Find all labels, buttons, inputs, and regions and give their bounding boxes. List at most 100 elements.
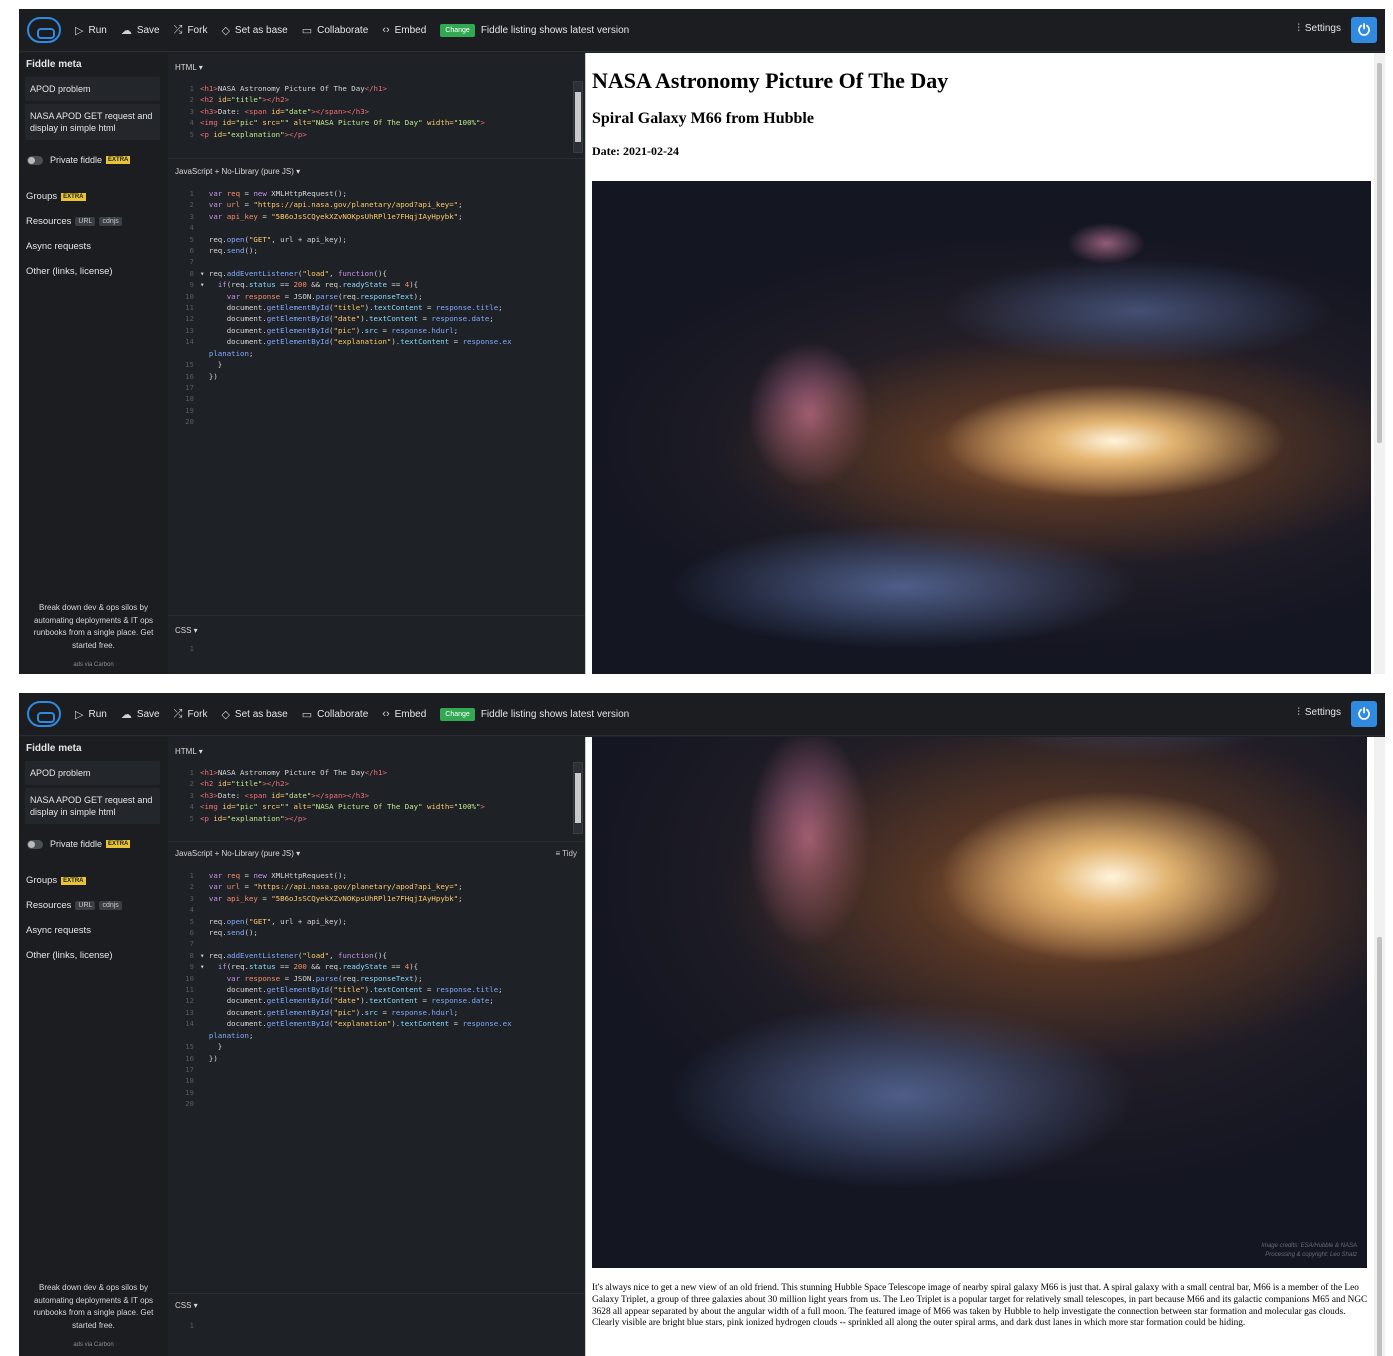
- cdnjs-tag[interactable]: cdnjs: [99, 901, 122, 910]
- jsfiddle-logo-icon[interactable]: [27, 701, 61, 727]
- private-fiddle-toggle[interactable]: Private fiddle EXTRA: [27, 839, 168, 849]
- url-tag[interactable]: URL: [75, 217, 96, 226]
- sidebar-item-other[interactable]: Other (links, license): [26, 950, 168, 961]
- power-icon[interactable]: ⏻: [1351, 17, 1377, 43]
- sidebar-title: Fiddle meta: [26, 59, 82, 70]
- chat-icon: ▭: [301, 708, 313, 721]
- extra-badge: EXTRA: [106, 156, 131, 164]
- sidebar-item-async[interactable]: Async requests: [26, 925, 168, 936]
- listing-status-text: Fiddle listing shows latest version: [480, 24, 630, 36]
- sliders-icon: ⫶: [1297, 23, 1300, 34]
- extra-badge: EXTRA: [61, 192, 86, 201]
- sidebar: Fiddle meta APOD problem NASA APOD GET r…: [19, 737, 168, 1356]
- carbon-ad-text[interactable]: Break down dev & ops silos by automating…: [25, 1282, 162, 1332]
- fork-icon: ⤮: [173, 23, 183, 36]
- js-code[interactable]: 1 var req = new XMLHttpRequest(); 2 var …: [174, 188, 511, 428]
- jsfiddle-logo-icon[interactable]: [27, 17, 61, 43]
- settings-button[interactable]: ⫶ Settings: [1297, 707, 1341, 718]
- result-title: Spiral Galaxy M66 from Hubble: [592, 110, 814, 127]
- html-scrollbar[interactable]: [573, 81, 583, 153]
- sidebar-item-groups[interactable]: Groups EXTRA: [26, 191, 168, 202]
- result-explanation: It's always nice to get a new view of an…: [592, 1283, 1368, 1329]
- sidebar-item-resources[interactable]: Resources URL cdnjs: [26, 900, 168, 911]
- sidebar-item-other[interactable]: Other (links, license): [26, 266, 168, 277]
- html-code[interactable]: 1 <h1>NASA Astronomy Picture Of The Day</…: [174, 767, 485, 824]
- sidebar-item-groups[interactable]: Groups EXTRA: [26, 875, 168, 886]
- ads-via-carbon[interactable]: ads via Carbon: [19, 1342, 168, 1348]
- set-as-base-button[interactable]: ◇ Set as base: [221, 24, 287, 37]
- css-code[interactable]: 1: [174, 643, 200, 654]
- sliders-icon: ⫶: [1297, 707, 1300, 718]
- save-button[interactable]: ☁ Save: [121, 24, 160, 37]
- change-button[interactable]: Change: [440, 707, 475, 721]
- result-pane: NASA Astronomy Picture Of The Day Spiral…: [585, 53, 1385, 674]
- private-fiddle-toggle[interactable]: Private fiddle EXTRA: [27, 155, 168, 165]
- fiddle-title-field[interactable]: APOD problem: [25, 77, 160, 101]
- sidebar-item-resources[interactable]: Resources URL cdnjs: [26, 216, 168, 227]
- change-button[interactable]: Change: [440, 23, 475, 37]
- collaborate-button[interactable]: ▭ Collaborate: [302, 708, 369, 721]
- code-icon: ‹›: [382, 708, 390, 720]
- play-icon: ▷: [75, 708, 84, 721]
- js-panel-label[interactable]: JavaScript + No-Library (pure JS) ▾: [175, 167, 300, 176]
- css-panel-label[interactable]: CSS ▾: [175, 626, 198, 635]
- cloud-upload-icon: ☁: [120, 708, 132, 721]
- fiddle-description-field[interactable]: NASA APOD GET request and display in sim…: [25, 788, 160, 824]
- play-icon: ▷: [75, 24, 84, 37]
- apod-image: Image credits: ESA/Hubble & NASA Processi…: [592, 737, 1367, 1268]
- collaborate-button[interactable]: ▭ Collaborate: [302, 24, 369, 37]
- sidebar: Fiddle meta APOD problem NASA APOD GET r…: [19, 53, 168, 674]
- listing-status-text: Fiddle listing shows latest version: [480, 708, 630, 720]
- result-scrollbar[interactable]: [1374, 737, 1385, 1356]
- editor-area: HTML ▾ 1 <h1>NASA Astronomy Picture Of Th…: [168, 737, 585, 1356]
- sidebar-title: Fiddle meta: [26, 743, 82, 754]
- editor-area: HTML ▾ 1 <h1>NASA Astronomy Picture Of Th…: [168, 53, 585, 674]
- html-panel-label[interactable]: HTML ▾: [175, 63, 203, 72]
- apod-image: [592, 181, 1371, 674]
- result-heading: NASA Astronomy Picture Of The Day: [592, 68, 949, 93]
- embed-button[interactable]: ‹› Embed: [382, 24, 426, 36]
- fork-button[interactable]: ⤮ Fork: [174, 708, 208, 721]
- run-button[interactable]: ▷ Run: [75, 24, 107, 37]
- html-code[interactable]: 1 <h1>NASA Astronomy Picture Of The Day</…: [174, 83, 485, 140]
- result-scrollbar[interactable]: [1374, 53, 1385, 674]
- extra-badge: EXTRA: [61, 876, 86, 885]
- code-icon: ‹›: [382, 24, 390, 36]
- sidebar-item-async[interactable]: Async requests: [26, 241, 168, 252]
- toggle-switch[interactable]: [27, 155, 43, 165]
- js-code[interactable]: 1 var req = new XMLHttpRequest(); 2 var …: [174, 870, 511, 1110]
- set-as-base-button[interactable]: ◇ Set as base: [221, 708, 287, 721]
- settings-button[interactable]: ⫶ Settings: [1297, 23, 1341, 34]
- fiddle-title-field[interactable]: APOD problem: [25, 761, 160, 785]
- embed-button[interactable]: ‹› Embed: [382, 708, 426, 720]
- result-pane: Image credits: ESA/Hubble & NASA Processi…: [585, 737, 1385, 1356]
- tidy-button[interactable]: ≡ Tidy: [555, 849, 577, 858]
- power-icon[interactable]: ⏻: [1351, 701, 1377, 727]
- fork-icon: ⤮: [173, 707, 183, 720]
- toggle-switch[interactable]: [27, 839, 43, 849]
- tag-icon: ◇: [221, 708, 230, 721]
- js-panel-label[interactable]: JavaScript + No-Library (pure JS) ▾: [175, 849, 300, 858]
- css-code[interactable]: 1: [174, 1320, 200, 1331]
- cdnjs-tag[interactable]: cdnjs: [99, 217, 122, 226]
- top-toolbar: ▷ Run ☁ Save ⤮ Fork ◇ Set as base ▭ Collabora…: [19, 693, 1385, 736]
- chat-icon: ▭: [301, 24, 313, 37]
- ads-via-carbon[interactable]: ads via Carbon: [19, 662, 168, 668]
- run-button[interactable]: ▷ Run: [75, 708, 107, 721]
- url-tag[interactable]: URL: [75, 901, 96, 910]
- fork-button[interactable]: ⤮ Fork: [174, 24, 208, 37]
- fiddle-description-field[interactable]: NASA APOD GET request and display in sim…: [25, 104, 160, 140]
- save-button[interactable]: ☁ Save: [121, 708, 160, 721]
- screenshot-top: ▷ Run ☁ Save ⤮ Fork ◇ Set as base ▭ Collabora…: [19, 9, 1385, 674]
- image-credit: Image credits: ESA/Hubble & NASA Processi…: [1261, 1243, 1357, 1258]
- screenshot-bottom: ▷ Run ☁ Save ⤮ Fork ◇ Set as base ▭ Collabora…: [19, 693, 1385, 1356]
- css-panel-label[interactable]: CSS ▾: [175, 1301, 198, 1310]
- cloud-upload-icon: ☁: [120, 24, 132, 37]
- tag-icon: ◇: [221, 24, 230, 37]
- top-toolbar: ▷ Run ☁ Save ⤮ Fork ◇ Set as base ▭ Collabora…: [19, 9, 1385, 52]
- extra-badge: EXTRA: [106, 840, 131, 848]
- result-date: Date: 2021-02-24: [592, 144, 679, 158]
- carbon-ad-text[interactable]: Break down dev & ops silos by automating…: [25, 602, 162, 652]
- html-scrollbar[interactable]: [573, 762, 583, 834]
- html-panel-label[interactable]: HTML ▾: [175, 747, 203, 756]
